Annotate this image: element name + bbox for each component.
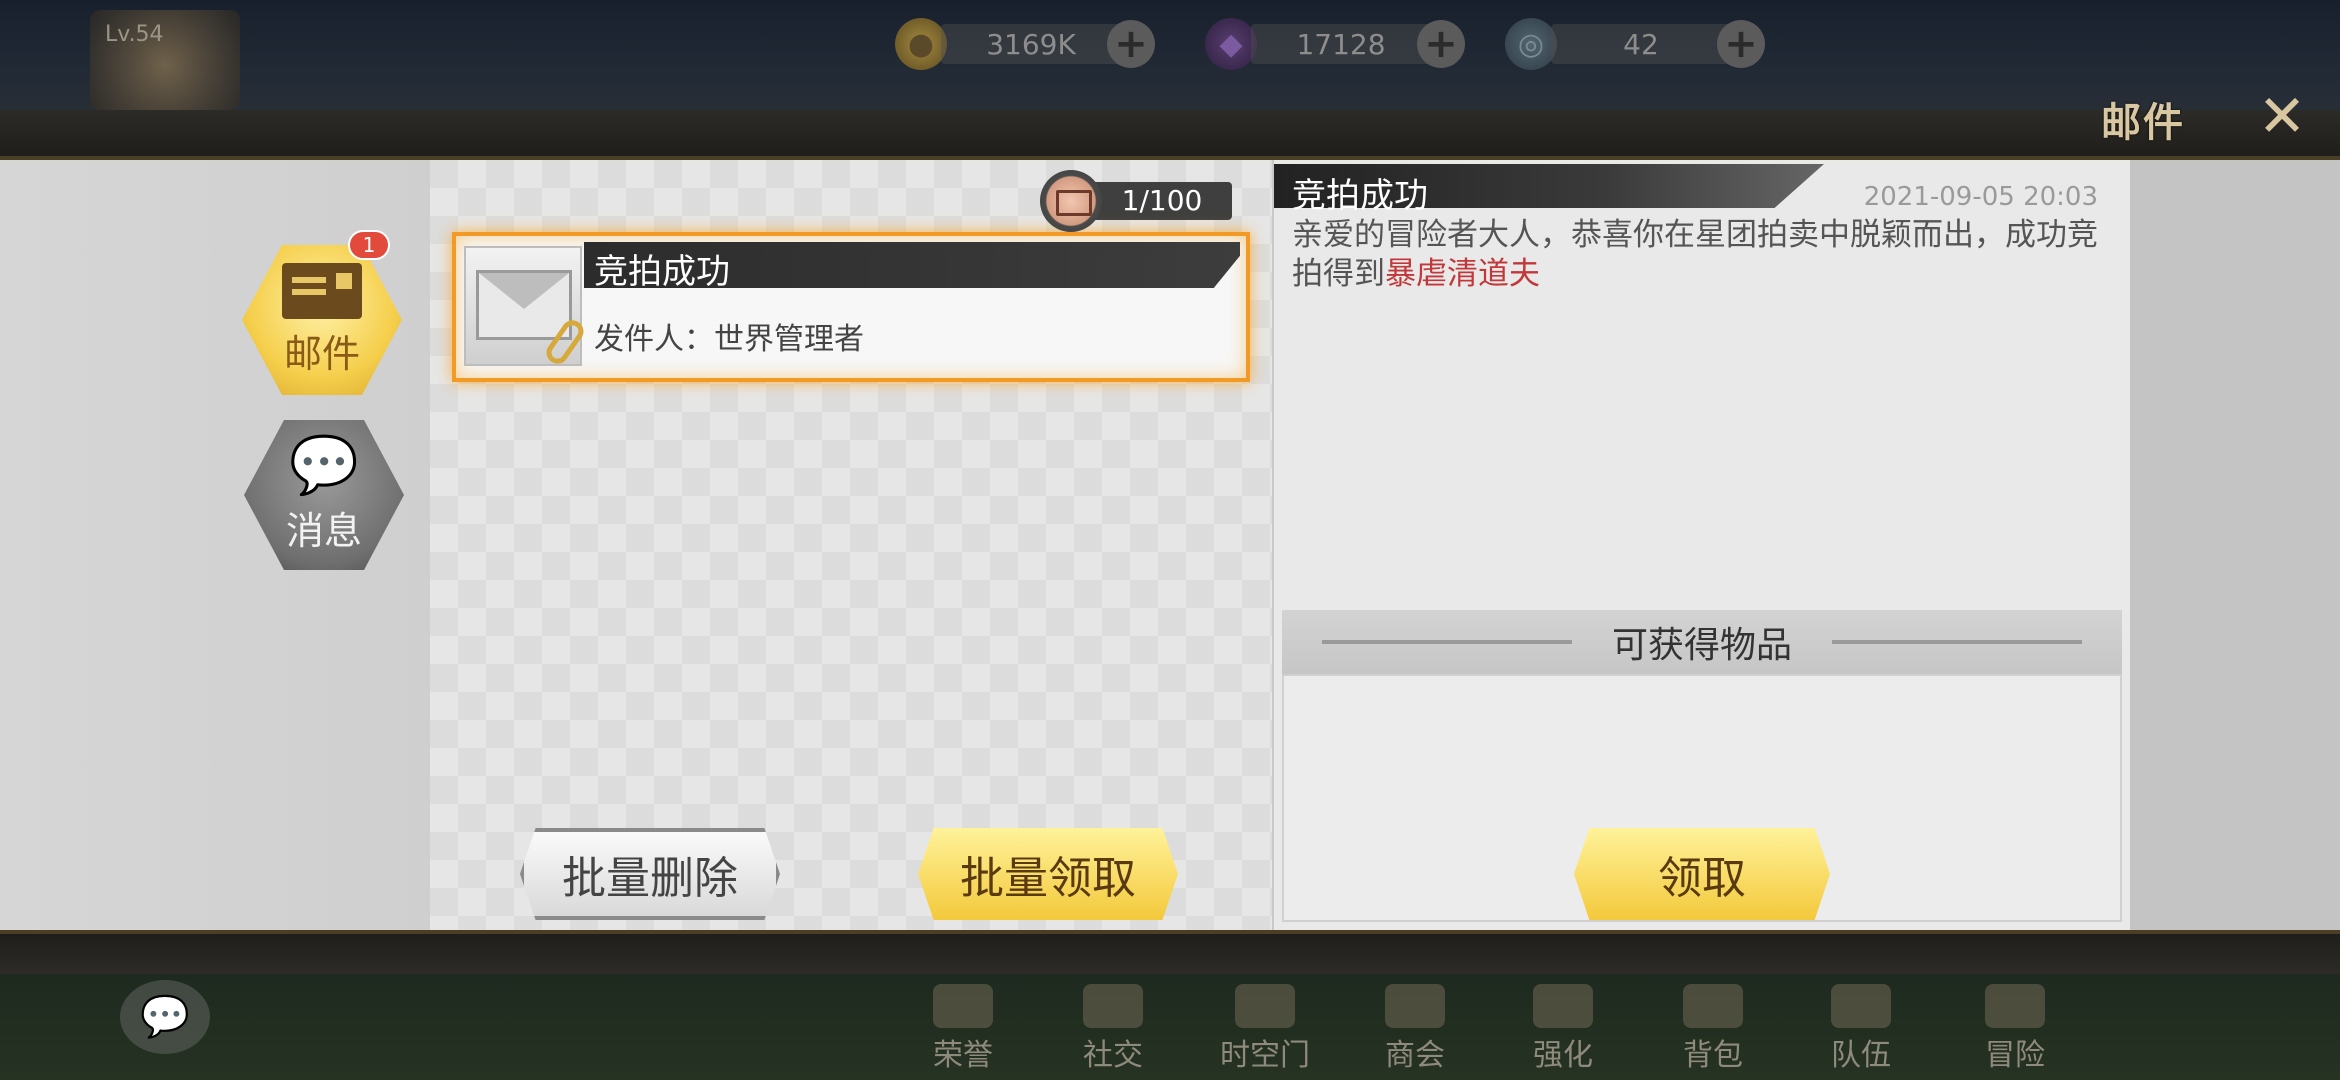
envelope-icon xyxy=(476,270,572,340)
mail-item-sender: 发件人：世界管理者 xyxy=(594,322,864,357)
bottom-hud: 💬 荣誉 社交 时空门 商会 强化 背包 队伍 冒险 xyxy=(0,974,2340,1080)
nav-adventure-label: 冒险 xyxy=(1985,1038,2045,1073)
mail-item-title: 竞拍成功 xyxy=(594,252,730,292)
gem-currency: ◆ 17128 + xyxy=(1205,16,1465,72)
guild-icon xyxy=(1385,984,1445,1028)
tab-messages-label: 消息 xyxy=(285,508,362,553)
close-button[interactable]: ✕ xyxy=(2252,86,2312,146)
mail-list: 1/100 竞拍成功 发件人：世界管理者 批量删除 批量领取 xyxy=(430,160,1272,930)
honor-icon xyxy=(933,984,993,1028)
mail-thumbnail xyxy=(464,246,588,368)
nav-gate-label: 时空门 xyxy=(1220,1038,1310,1073)
add-token-button[interactable]: + xyxy=(1717,20,1765,68)
add-gold-button[interactable]: + xyxy=(1107,20,1155,68)
batch-claim-button[interactable]: 批量领取 xyxy=(918,828,1178,920)
nav-team-label: 队伍 xyxy=(1831,1038,1891,1073)
detail-item-name: 暴虐清道夫 xyxy=(1385,256,1540,292)
adventure-icon xyxy=(1985,984,2045,1028)
token-currency: ◎ 42 + xyxy=(1505,16,1765,72)
mail-count: 1/100 xyxy=(1040,170,1260,232)
mailbox-icon xyxy=(1040,170,1102,232)
nav-bag[interactable]: 背包 xyxy=(1648,974,1778,1074)
gold-coin-icon: ● xyxy=(895,18,947,70)
nav-guild-label: 商会 xyxy=(1385,1038,1445,1073)
detail-date: 2021-09-05 20:03 xyxy=(1863,182,2098,212)
enhance-icon xyxy=(1533,984,1593,1028)
rewards-title: 可获得物品 xyxy=(1611,625,1792,666)
nav-honor[interactable]: 荣誉 xyxy=(898,974,1028,1074)
nav-guild[interactable]: 商会 xyxy=(1350,974,1480,1074)
chat-icon: 💬 xyxy=(289,432,359,498)
nav-enhance[interactable]: 强化 xyxy=(1498,974,1628,1074)
claim-button[interactable]: 领取 xyxy=(1574,828,1830,920)
gem-icon: ◆ xyxy=(1205,18,1257,70)
rewards-header: 可获得物品 xyxy=(1282,610,2122,674)
mail-count-text: 1/100 xyxy=(1092,182,1232,220)
player-level: Lv.54 xyxy=(105,22,164,47)
gold-currency: ● 3169K + xyxy=(895,16,1155,72)
window-title-bar: 邮件 ✕ xyxy=(1980,78,2340,148)
gem-amount: 17128 xyxy=(1251,24,1431,64)
token-amount: 42 xyxy=(1551,24,1731,64)
mail-list-item[interactable]: 竞拍成功 发件人：世界管理者 xyxy=(452,232,1250,382)
bag-icon xyxy=(1683,984,1743,1028)
nav-team[interactable]: 队伍 xyxy=(1796,974,1926,1074)
window-title: 邮件 xyxy=(2101,100,2185,146)
nav-enhance-label: 强化 xyxy=(1533,1038,1593,1073)
token-icon: ◎ xyxy=(1505,18,1557,70)
nav-adventure[interactable]: 冒险 xyxy=(1950,974,2080,1074)
footer-strip xyxy=(0,930,2340,974)
team-icon xyxy=(1831,984,1891,1028)
nav-gate[interactable]: 时空门 xyxy=(1200,974,1330,1074)
detail-title: 竞拍成功 xyxy=(1292,176,1428,216)
nav-bag-label: 背包 xyxy=(1683,1038,1743,1073)
batch-delete-button[interactable]: 批量删除 xyxy=(520,828,780,920)
unread-badge: 1 xyxy=(348,230,390,260)
detail-body: 亲爱的冒险者大人，恭喜你在星团拍卖中脱颖而出，成功竞拍得到暴虐清道夫 xyxy=(1292,216,2112,294)
mail-detail: 竞拍成功 2021-09-05 20:03 亲爱的冒险者大人，恭喜你在星团拍卖中… xyxy=(1274,160,2130,930)
mail-window: 邮件 1 💬 消息 1/100 竞拍成功 发件人：世界管理者 批量删除 批量领取… xyxy=(0,160,2340,930)
add-gem-button[interactable]: + xyxy=(1417,20,1465,68)
portal-icon xyxy=(1235,984,1295,1028)
tab-rail: 邮件 1 💬 消息 xyxy=(0,160,430,930)
gold-amount: 3169K xyxy=(941,24,1121,64)
nav-social-label: 社交 xyxy=(1083,1038,1143,1073)
right-rail xyxy=(2130,160,2340,930)
tab-mail[interactable]: 邮件 xyxy=(242,245,402,395)
chat-bubble-icon[interactable]: 💬 xyxy=(120,980,210,1054)
social-icon xyxy=(1083,984,1143,1028)
mail-icon xyxy=(282,262,362,319)
tab-messages[interactable]: 💬 消息 xyxy=(244,420,404,570)
tab-mail-label: 邮件 xyxy=(283,331,360,376)
nav-social[interactable]: 社交 xyxy=(1048,974,1178,1074)
nav-honor-label: 荣誉 xyxy=(933,1038,993,1073)
